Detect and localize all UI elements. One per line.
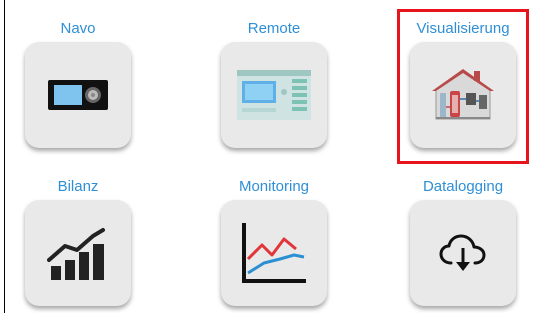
tile-label-datalogging: Datalogging [422,178,504,195]
tile-bilanz: Bilanz [18,178,138,306]
tile-visualisierung: Visualisierung [403,20,523,148]
house-visualization-icon [432,69,494,120]
rising-bars-icon [47,228,105,280]
datalogging-button[interactable] [410,200,516,306]
cloud-download-icon [439,234,486,271]
line-chart-icon [242,223,306,283]
visualisierung-button[interactable] [410,42,516,148]
tile-label-navo: Navo [60,20,96,37]
navo-button[interactable] [25,42,131,148]
tile-label-remote: Remote [247,20,301,37]
tile-label-monitoring: Monitoring [238,178,310,195]
monitoring-button[interactable] [221,200,327,306]
tile-label-bilanz: Bilanz [57,178,99,195]
tile-remote: Remote [214,20,334,148]
controller-device-icon [48,80,108,110]
tile-navo: Navo [18,20,138,148]
tile-datalogging: Datalogging [403,178,523,306]
tile-monitoring: Monitoring [214,178,334,306]
tile-label-visualisierung: Visualisierung [416,20,510,37]
bilanz-button[interactable] [25,200,131,306]
remote-panel-icon [237,70,311,120]
left-frame-border [4,0,5,313]
remote-button[interactable] [221,42,327,148]
